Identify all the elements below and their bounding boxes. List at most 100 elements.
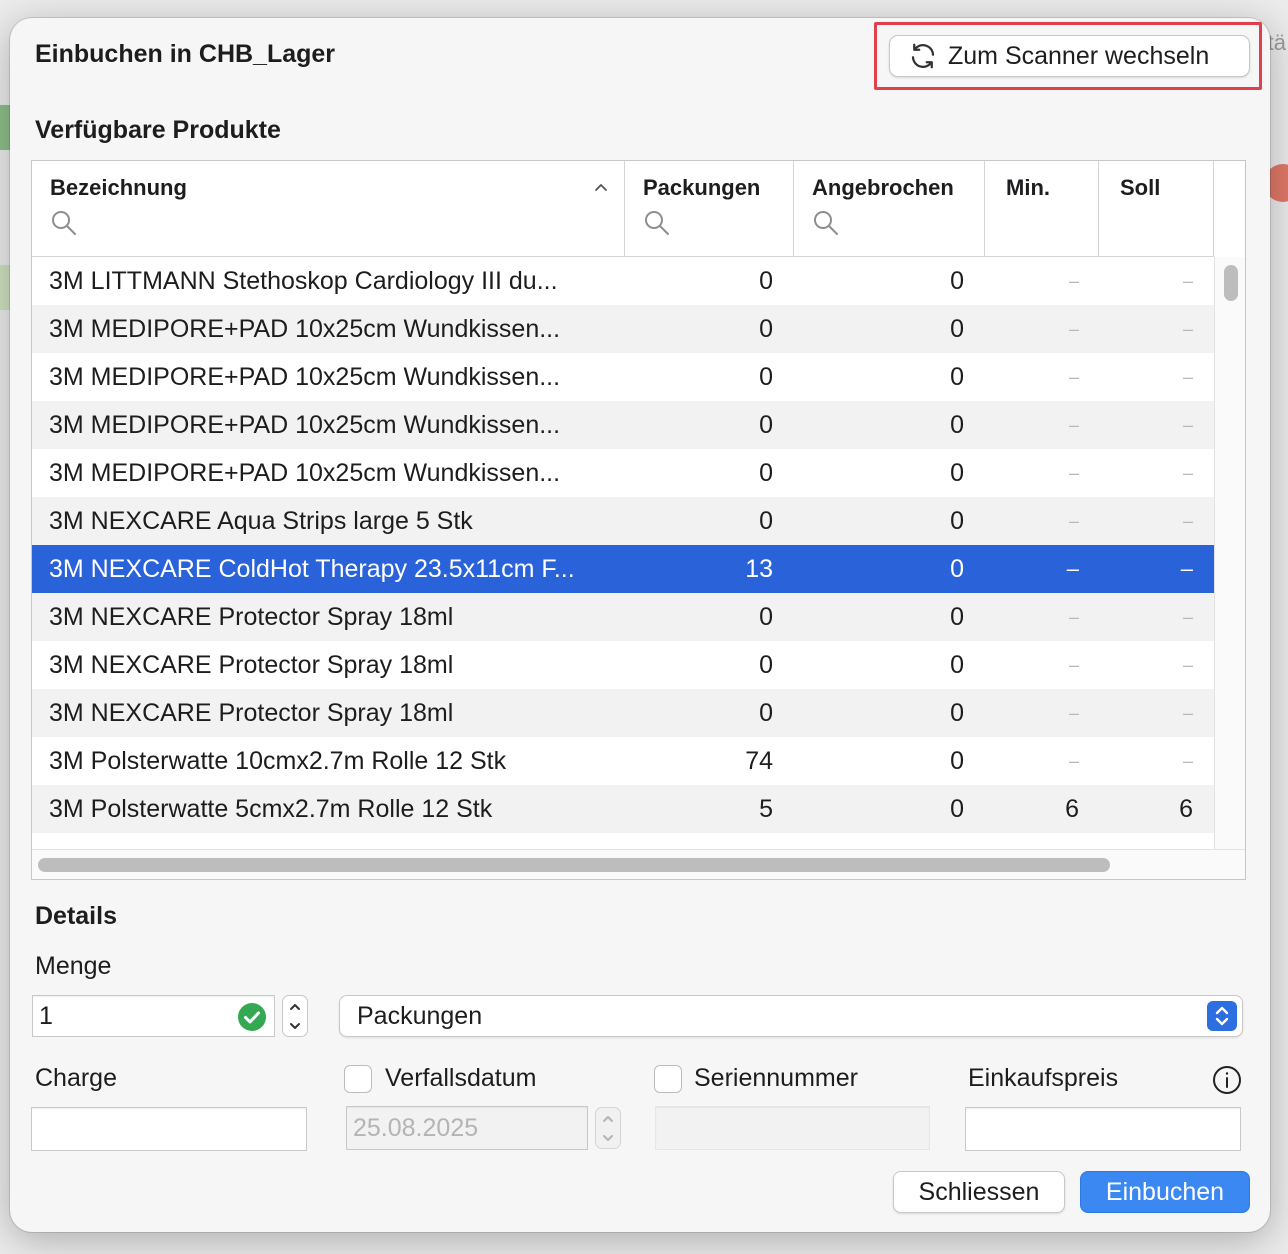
cell-target: –	[1182, 751, 1193, 771]
cell-packs: 5	[759, 795, 773, 823]
cell-min: –	[1068, 751, 1079, 771]
cell-target: –	[1182, 415, 1193, 435]
close-button[interactable]: Schliessen	[893, 1171, 1065, 1213]
cell-name: 3M NEXCARE Protector Spray 18ml	[49, 699, 454, 727]
column-header-target[interactable]: Soll	[1099, 161, 1214, 257]
column-header-name-label: Bezeichnung	[50, 175, 187, 200]
chevron-down-icon[interactable]	[288, 1019, 302, 1033]
cell-target: –	[1182, 511, 1193, 531]
column-header-name[interactable]: Bezeichnung	[32, 161, 625, 257]
column-header-opened-label: Angebrochen	[812, 175, 954, 200]
expiry-date-value: 25.08.2025	[353, 1113, 479, 1142]
cell-min: –	[1068, 319, 1079, 339]
vertical-scrollbar[interactable]	[1214, 257, 1245, 849]
cell-packs: 0	[759, 315, 773, 343]
book-in-dialog: Einbuchen in CHB_Lager Zum Scanner wechs…	[10, 18, 1270, 1232]
table-row[interactable]: 3M NEXCARE Aqua Strips large 5 Stk 0 0 – –	[32, 497, 1214, 545]
sort-ascending-icon	[595, 184, 607, 191]
cell-packs: 0	[759, 507, 773, 535]
cell-name: 3M NEXCARE Protector Spray 18ml	[49, 651, 454, 679]
cell-packs: 74	[745, 747, 773, 775]
column-header-min[interactable]: Min.	[985, 161, 1099, 257]
table-row[interactable]: 3M MEDIPORE+PAD 10x25cm Wundkissen... 0 0 –…	[32, 353, 1214, 401]
cell-name: 3M Polsterwatte 10cmx2.7m Rolle 12 Stk	[49, 747, 507, 775]
cell-min: –	[1068, 271, 1079, 291]
horizontal-scroll-thumb[interactable]	[38, 858, 1110, 872]
quantity-input[interactable]: 1	[32, 995, 275, 1037]
cell-min: –	[1068, 367, 1079, 387]
cell-opened: 0	[950, 411, 964, 439]
serial-number-input[interactable]	[655, 1106, 930, 1150]
purchase-price-label: Einkaufspreis	[968, 1064, 1119, 1092]
cell-opened: 0	[950, 795, 964, 823]
cell-min: –	[1066, 556, 1079, 581]
table-row[interactable]: 3M MEDIPORE+PAD 10x25cm Wundkissen... 0 0 –…	[32, 401, 1214, 449]
purchase-price-input[interactable]	[965, 1107, 1241, 1151]
cell-opened: 0	[950, 507, 964, 535]
search-icon[interactable]	[50, 209, 78, 237]
cell-min: 6	[1065, 795, 1079, 823]
cell-packs: 0	[759, 603, 773, 631]
table-row[interactable]: 3M NEXCARE ColdHot Therapy 23.5x11cm F..…	[32, 545, 1214, 593]
batch-label: Charge	[35, 1064, 117, 1092]
table-row[interactable]: 3M NEXCARE Protector Spray 18ml 0 0 – –	[32, 641, 1214, 689]
expiry-checkbox[interactable]	[344, 1065, 372, 1093]
horizontal-scrollbar[interactable]	[32, 849, 1245, 879]
refresh-icon	[911, 43, 935, 69]
quantity-label: Menge	[35, 952, 112, 980]
unit-select[interactable]: Packungen	[339, 995, 1243, 1037]
cell-packs: 0	[759, 699, 773, 727]
table-row[interactable]: 3M MEDIPORE+PAD 10x25cm Wundkissen... 0 0 –…	[32, 305, 1214, 353]
batch-input[interactable]	[31, 1107, 307, 1151]
cell-name: 3M LITTMANN Stethoskop Cardiology III du…	[49, 267, 558, 295]
cell-opened: 0	[950, 603, 964, 631]
expiry-label: Verfallsdatum	[385, 1064, 537, 1092]
table-row[interactable]: 3M Polsterwatte 5cmx2.7m Rolle 12 Stk 5 0 6…	[32, 785, 1214, 833]
expiry-date-input[interactable]: 25.08.2025	[346, 1106, 588, 1150]
switch-to-scanner-button[interactable]: Zum Scanner wechseln	[889, 35, 1250, 77]
cell-packs: 0	[759, 459, 773, 487]
cell-packs: 0	[759, 267, 773, 295]
cell-name: 3M MEDIPORE+PAD 10x25cm Wundkissen...	[49, 363, 561, 391]
cell-name: 3M MEDIPORE+PAD 10x25cm Wundkissen...	[49, 315, 561, 343]
table-row[interactable]: 3M Polsterwatte 10cmx2.7m Rolle 12 Stk 74…	[32, 737, 1214, 785]
info-icon[interactable]	[1212, 1065, 1242, 1095]
quantity-stepper[interactable]	[282, 995, 308, 1037]
products-table: Bezeichnung Packungen Angebrochen Min. S…	[31, 160, 1246, 880]
cell-opened: 0	[950, 555, 964, 583]
column-header-packs[interactable]: Packungen	[625, 161, 794, 257]
cell-name: 3M Polsterwatte 5cmx2.7m Rolle 12 Stk	[49, 795, 493, 823]
cell-min: –	[1068, 463, 1079, 483]
background-text: tä	[1267, 30, 1286, 55]
cell-opened: 0	[950, 363, 964, 391]
cell-opened: 0	[950, 699, 964, 727]
cell-opened: 0	[950, 651, 964, 679]
cell-target: –	[1182, 655, 1193, 675]
vertical-scroll-thumb[interactable]	[1224, 265, 1238, 301]
cell-opened: 0	[950, 267, 964, 295]
cell-min: –	[1068, 415, 1079, 435]
cell-min: –	[1068, 511, 1079, 531]
book-in-button[interactable]: Einbuchen	[1080, 1171, 1250, 1213]
products-heading: Verfügbare Produkte	[35, 116, 281, 144]
table-row[interactable]: 3M NEXCARE Protector Spray 18ml 0 0 – –	[32, 593, 1214, 641]
table-row[interactable]: 3M LITTMANN Stethoskop Cardiology III du…	[32, 257, 1214, 305]
chevron-up-icon[interactable]	[288, 1000, 302, 1014]
cell-target: –	[1182, 607, 1193, 627]
search-icon[interactable]	[643, 209, 671, 237]
switch-to-scanner-label: Zum Scanner wechseln	[948, 41, 1210, 70]
cell-packs: 0	[759, 411, 773, 439]
column-header-min-label: Min.	[1006, 175, 1050, 200]
serial-number-checkbox[interactable]	[654, 1065, 682, 1093]
table-row[interactable]: 3M MEDIPORE+PAD 10x25cm Wundkissen... 0 0 –…	[32, 449, 1214, 497]
expiry-date-stepper[interactable]	[595, 1107, 621, 1149]
cell-opened: 0	[950, 459, 964, 487]
chevron-up-icon[interactable]	[601, 1112, 615, 1126]
search-icon[interactable]	[812, 209, 840, 237]
column-header-opened[interactable]: Angebrochen	[794, 161, 985, 257]
table-row[interactable]: 3M NEXCARE Protector Spray 18ml 0 0 – –	[32, 689, 1214, 737]
cell-target: –	[1182, 271, 1193, 291]
serial-number-label: Seriennummer	[694, 1064, 858, 1092]
chevron-down-icon[interactable]	[601, 1131, 615, 1145]
background-marker	[0, 265, 10, 310]
